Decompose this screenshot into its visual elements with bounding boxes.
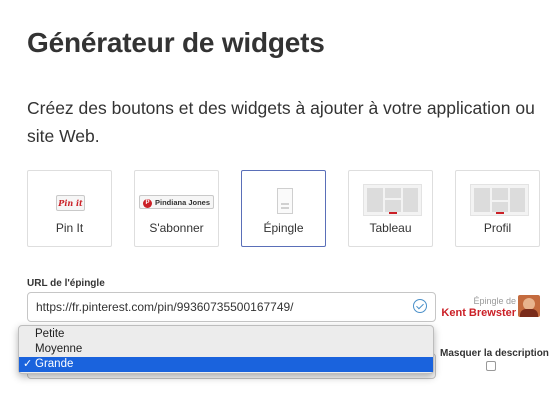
widget-tile-label: Épingle (263, 221, 304, 235)
size-dropdown-menu: Petite Moyenne ✓ Grande (18, 325, 434, 374)
checkmark-icon: ✓ (23, 358, 33, 370)
option-label: Petite (35, 328, 65, 340)
widget-tile-label: Tableau (369, 221, 412, 235)
widget-tile-label: S'abonner (149, 221, 204, 235)
pinterest-logo-icon: P (143, 198, 152, 208)
size-option-large[interactable]: ✓ Grande (19, 357, 433, 372)
widget-tile-follow[interactable]: P Pindiana Jones S'abonner (134, 170, 219, 247)
pin-it-preview: Pin it (56, 195, 85, 211)
widget-tile-pin-it[interactable]: Pin it Pin It (27, 170, 112, 247)
page-subtitle: Créez des boutons et des widgets à ajout… (27, 98, 535, 146)
follow-preview-text: Pindiana Jones (155, 198, 211, 207)
board-preview-icon (363, 184, 422, 216)
widget-tile-label: Pin It (55, 221, 84, 235)
option-label: Grande (35, 358, 74, 370)
pinner-name-link[interactable]: Kent Brewster (400, 307, 516, 319)
widget-tile-board[interactable]: Tableau (348, 170, 433, 247)
avatar[interactable] (518, 295, 540, 317)
profile-preview-icon (470, 184, 529, 216)
follow-button-preview: P Pindiana Jones (139, 195, 214, 209)
widget-tile-pin[interactable]: Épingle (241, 170, 326, 247)
page-title: Générateur de widgets (27, 27, 325, 58)
hide-description-checkbox[interactable] (486, 361, 496, 371)
widget-tile-profile[interactable]: Profil (455, 170, 540, 247)
option-label: Moyenne (35, 343, 83, 355)
pinned-by-prefix: Épingle de (473, 296, 516, 306)
size-option-medium[interactable]: Moyenne (19, 342, 433, 357)
hide-description-label: Masquer la description (440, 348, 549, 359)
widget-tile-label: Profil (483, 221, 512, 235)
url-field-label: URL de l'épingle (27, 278, 105, 289)
pin-url-input[interactable]: https://fr.pinterest.com/pin/99360735500… (27, 292, 436, 322)
pin-preview-icon (277, 188, 293, 214)
size-option-small[interactable]: Petite (19, 327, 433, 342)
